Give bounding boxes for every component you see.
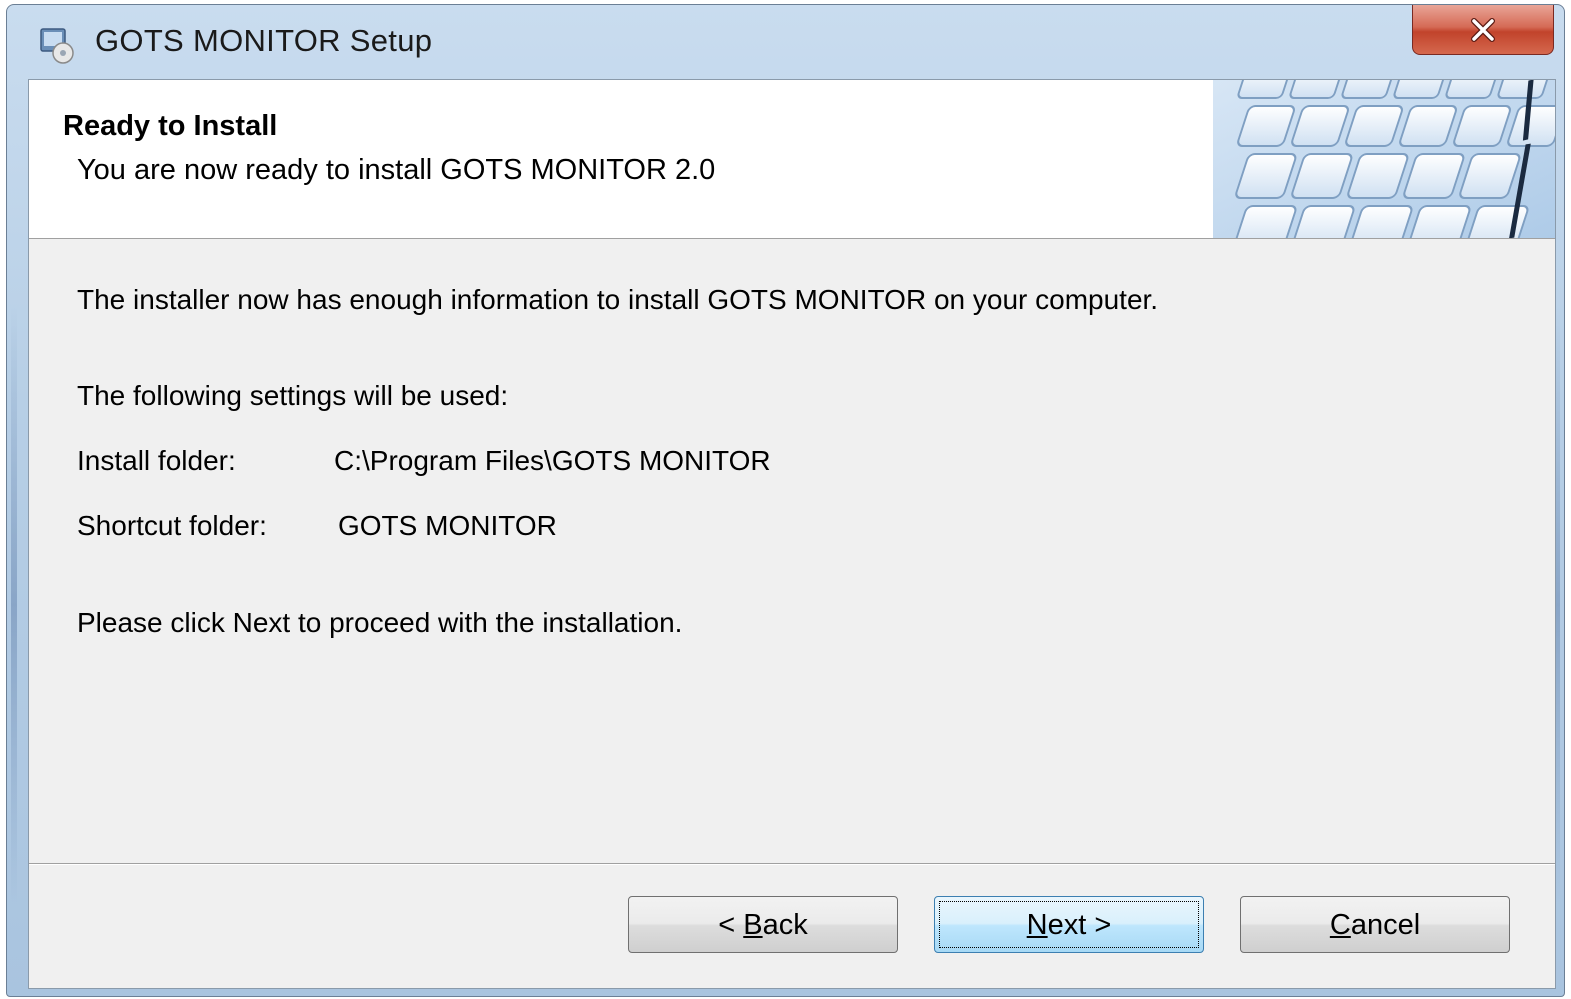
cancel-button[interactable]: Cancel bbox=[1240, 896, 1510, 953]
back-button-mnemonic: B bbox=[743, 909, 763, 941]
settings-heading: The following settings will be used: bbox=[77, 380, 509, 411]
back-button-prefix: < bbox=[718, 909, 744, 941]
window-frame-left bbox=[11, 305, 17, 905]
button-bar-divider bbox=[29, 863, 1555, 865]
wizard-client-area: Ready to Install You are now ready to in… bbox=[28, 79, 1556, 989]
shortcut-folder-label: Shortcut folder: bbox=[77, 510, 267, 541]
installer-icon bbox=[37, 25, 77, 65]
keyboard-keys-graphic bbox=[1213, 80, 1555, 238]
next-button-rest: ext > bbox=[1047, 909, 1112, 941]
install-folder-value: C:\Program Files\GOTS MONITOR bbox=[334, 445, 771, 476]
close-button[interactable] bbox=[1412, 5, 1554, 55]
page-title: Ready to Install bbox=[63, 110, 278, 142]
back-button-rest: ack bbox=[762, 909, 808, 941]
intro-text: The installer now has enough information… bbox=[77, 284, 1159, 315]
page-subtitle: You are now ready to install GOTS MONITO… bbox=[77, 154, 716, 186]
wizard-header: Ready to Install You are now ready to in… bbox=[29, 80, 1555, 239]
title-bar[interactable]: GOTS MONITOR Setup bbox=[7, 5, 1564, 77]
shortcut-folder-value: GOTS MONITOR bbox=[338, 510, 557, 541]
next-button-mnemonic: N bbox=[1026, 909, 1048, 941]
setup-window: GOTS MONITOR Setup Ready to Install You … bbox=[6, 4, 1565, 997]
window-title: GOTS MONITOR Setup bbox=[95, 23, 433, 58]
next-button[interactable]: Next > bbox=[934, 896, 1204, 953]
back-button[interactable]: < Back bbox=[628, 896, 898, 953]
instruction-text: Please click Next to proceed with the in… bbox=[77, 607, 683, 638]
install-folder-label: Install folder: bbox=[77, 445, 236, 476]
cancel-button-rest: ancel bbox=[1350, 909, 1421, 941]
cancel-button-mnemonic: C bbox=[1329, 909, 1351, 941]
